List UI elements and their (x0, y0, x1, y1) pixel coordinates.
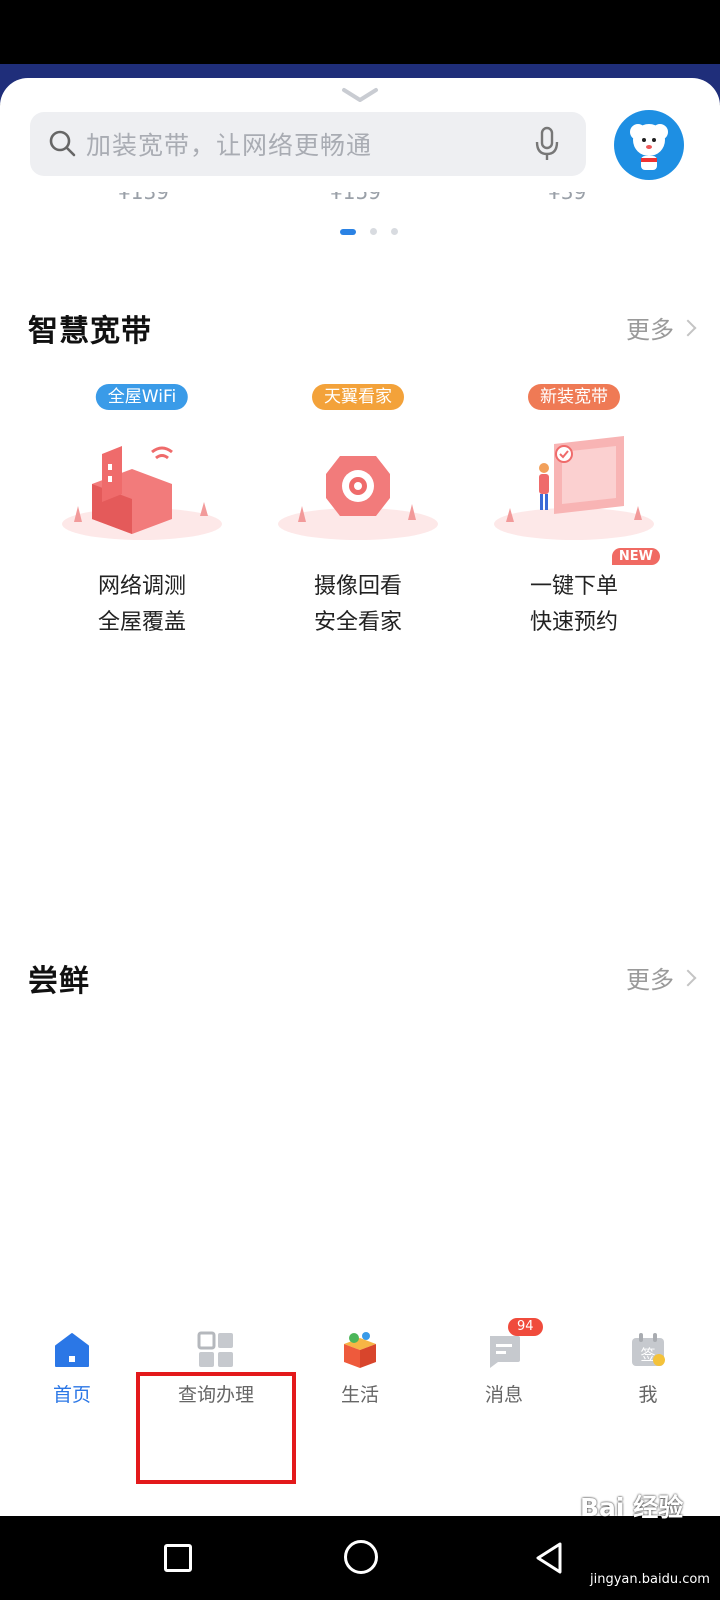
chevron-right-icon (679, 319, 697, 336)
new-install-illustration-icon (494, 436, 654, 540)
recent-apps-button[interactable] (164, 1544, 192, 1572)
chevron-right-icon (679, 969, 697, 986)
carousel-pager (340, 228, 398, 235)
home-camera-illustration-icon (278, 456, 438, 540)
more-label: 更多 (626, 316, 674, 344)
tab-messages[interactable]: 94 消息 (432, 1316, 576, 1416)
tab-me[interactable]: 签 我 (576, 1316, 720, 1416)
bottom-tab-bar: 首页 查询办理 生活 94 消息 签 我 (0, 1316, 720, 1416)
home-icon (55, 1333, 89, 1367)
home-button[interactable] (344, 1540, 378, 1574)
search-bar[interactable]: 加装宽带，让网络更畅通 (30, 112, 586, 176)
section-title-trial: 尝鲜 (28, 964, 90, 999)
pager-dot (370, 228, 377, 235)
card-line-1: 网络调测 (97, 574, 186, 599)
message-count-badge: 94 (508, 1318, 543, 1336)
card-badge: 天翼看家 (312, 384, 404, 410)
card-badge: 新装宽带 (528, 384, 620, 410)
carousel-prices: ¥139 ¥159 ¥39 (0, 192, 720, 206)
watermark-brand: Bai 经验 (580, 1493, 684, 1522)
whole-home-wifi-illustration-icon (62, 446, 222, 540)
carousel-price: ¥39 (548, 192, 587, 204)
tab-life[interactable]: 生活 (288, 1316, 432, 1416)
tab-label: 我 (638, 1384, 658, 1406)
smart-broadband-more-link[interactable]: 更多 (626, 310, 697, 345)
pager-dot-active (340, 228, 356, 235)
watermark-url: jingyan.baidu.com (590, 1572, 710, 1587)
card-badge: 全屋WiFi (95, 384, 189, 410)
carousel-price: ¥139 (118, 192, 169, 204)
search-icon (46, 127, 80, 161)
broadband-card-wifi[interactable]: 全屋WiFi 网络调测 全屋覆盖 (42, 380, 242, 640)
system-nav-bar (0, 1516, 720, 1600)
status-bar (0, 0, 720, 68)
more-label: 更多 (626, 966, 674, 994)
tab-home[interactable]: 首页 (0, 1316, 144, 1416)
gift-box-icon (344, 1332, 376, 1368)
collapse-chevron-icon[interactable] (340, 86, 380, 104)
calendar-sign-icon: 签 (632, 1333, 665, 1366)
broadband-card-camera[interactable]: 天翼看家 摄像回看 安全看家 (258, 380, 458, 640)
card-line-1: 摄像回看 (313, 574, 402, 599)
microphone-icon[interactable] (530, 124, 564, 164)
tab-label: 首页 (52, 1384, 91, 1406)
tutorial-highlight-box (136, 1372, 296, 1484)
pager-dot (391, 228, 398, 235)
search-input[interactable]: 加装宽带，让网络更畅通 (86, 126, 530, 162)
card-line-2: 快速预约 (529, 610, 618, 635)
card-line-1: 一键下单 (529, 574, 618, 599)
tab-label: 消息 (484, 1384, 523, 1406)
home-sheet: 加装宽带，让网络更畅通 ¥139 ¥159 ¥39 智慧宽带 更多 全屋WiFi (0, 78, 720, 1516)
tab-label: 生活 (340, 1384, 379, 1406)
avatar[interactable] (614, 110, 684, 180)
carousel-price: ¥159 (330, 192, 381, 204)
message-icon (490, 1336, 520, 1368)
trial-more-link[interactable]: 更多 (626, 960, 697, 995)
grid-icon (197, 1331, 233, 1367)
section-title-smart-broadband: 智慧宽带 (28, 314, 152, 349)
back-icon[interactable] (530, 1538, 570, 1578)
card-line-2: 全屋覆盖 (97, 610, 186, 635)
broadband-card-new-install[interactable]: 新装宽带 NEW 一键下单 快速预约 (474, 380, 674, 640)
card-line-2: 安全看家 (313, 610, 402, 635)
new-tag-badge: NEW (611, 548, 660, 565)
